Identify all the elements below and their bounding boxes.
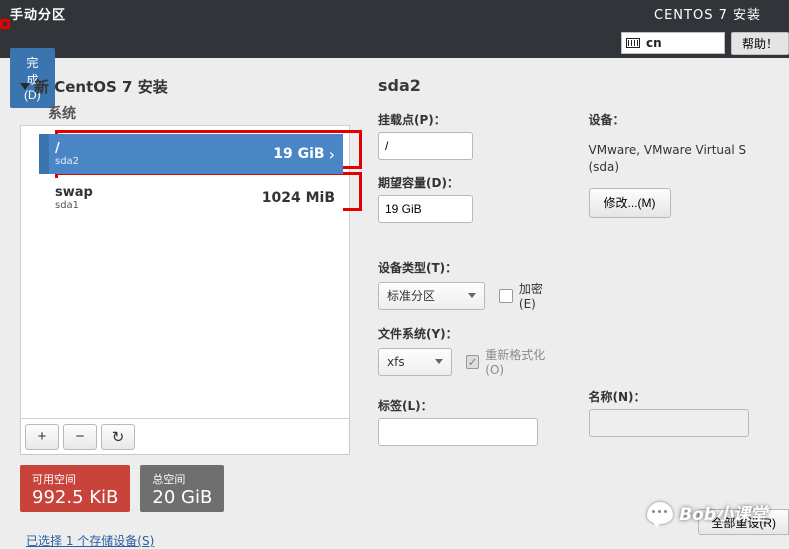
left-panel: 新 CentOS 7 安装 系统 / sda2 19 GiB › xyxy=(20,76,350,549)
device-text: VMware, VMware Virtual S (sda) xyxy=(589,142,770,176)
reformat-label: 重新格式化(O) xyxy=(485,346,558,377)
device-name: sda1 xyxy=(55,200,93,211)
page-title: 手动分区 xyxy=(10,4,66,23)
detail-col-left: 挂载点(P)： 期望容量(D)： 设备类型(T)： 标准分区 加密(E) xyxy=(378,111,559,446)
keyboard-layout-selector[interactable]: cn xyxy=(621,32,725,54)
name-input xyxy=(589,409,749,437)
install-tree-header[interactable]: 新 CentOS 7 安装 xyxy=(20,76,350,97)
storage-devices-link[interactable]: 已选择 1 个存储设备(S) xyxy=(26,532,350,549)
available-space-label: 可用空间 xyxy=(32,471,118,487)
filesystem-value: xfs xyxy=(387,355,405,369)
remove-partition-button[interactable]: − xyxy=(63,424,97,450)
available-space-box: 可用空间 992.5 KiB xyxy=(20,465,130,512)
total-space-label: 总空间 xyxy=(152,471,212,487)
chevron-down-icon xyxy=(468,293,476,298)
partition-item-swap[interactable]: swap sda1 1024 MiB xyxy=(39,178,343,218)
collapse-arrow-icon xyxy=(20,83,30,90)
install-tree-title: 新 CentOS 7 安装 xyxy=(34,76,168,97)
mount-point: / xyxy=(55,141,79,156)
detail-col-right: 设备： VMware, VMware Virtual S (sda) 修改...… xyxy=(589,111,770,446)
partition-size: 19 GiB xyxy=(273,146,324,162)
mount-point-input[interactable] xyxy=(378,132,473,160)
help-button[interactable]: 帮助！ xyxy=(731,32,789,55)
keyboard-layout-label: cn xyxy=(646,36,662,50)
main-content: 新 CentOS 7 安装 系统 / sda2 19 GiB › xyxy=(0,64,789,549)
partition-size: 1024 MiB xyxy=(262,190,335,206)
total-space-box: 总空间 20 GiB xyxy=(140,465,224,512)
device-type-select[interactable]: 标准分区 xyxy=(378,282,485,310)
reset-all-button[interactable]: 全部重设(R) xyxy=(698,509,789,535)
device-type-value: 标准分区 xyxy=(387,287,435,304)
add-partition-button[interactable]: + xyxy=(25,424,59,450)
encrypt-checkbox[interactable] xyxy=(499,289,513,303)
tag-label: 标签(L)： xyxy=(378,397,559,414)
filesystem-select[interactable]: xfs xyxy=(378,348,452,376)
partition-list: / sda2 19 GiB › swap sda1 1024 Mi xyxy=(20,125,350,419)
device-label: 设备： xyxy=(589,111,770,128)
detail-heading: sda2 xyxy=(378,76,769,95)
selection-bar xyxy=(39,134,49,174)
name-label: 名称(N)： xyxy=(589,388,770,405)
reformat-checkbox: ✓ xyxy=(466,355,479,369)
encrypt-label: 加密(E) xyxy=(519,280,559,311)
space-summary: 可用空间 992.5 KiB 总空间 20 GiB xyxy=(20,465,350,512)
reload-button[interactable]: ↻ xyxy=(101,424,135,450)
available-space-value: 992.5 KiB xyxy=(32,487,118,508)
capacity-label: 期望容量(D)： xyxy=(378,174,559,191)
header: 手动分区 CENTOS 7 安装 完成(D) cn 帮助！ xyxy=(0,0,789,58)
capacity-input[interactable] xyxy=(378,195,473,223)
chevron-down-icon xyxy=(435,359,443,364)
done-highlight: 完成(D) xyxy=(0,19,10,29)
system-group-label: 系统 xyxy=(48,103,350,123)
chevron-right-icon: › xyxy=(329,145,335,164)
device-name: sda2 xyxy=(55,156,79,167)
total-space-value: 20 GiB xyxy=(152,487,212,508)
device-type-label: 设备类型(T)： xyxy=(378,259,559,276)
keyboard-icon xyxy=(626,38,640,48)
mount-point-label: 挂载点(P)： xyxy=(378,111,559,128)
mount-point: swap xyxy=(55,185,93,200)
filesystem-label: 文件系统(Y)： xyxy=(378,325,559,342)
tag-input[interactable] xyxy=(378,418,538,446)
partition-toolbar: + − ↻ xyxy=(20,419,350,455)
partition-item-root[interactable]: / sda2 19 GiB › xyxy=(39,134,343,174)
right-panel: sda2 挂载点(P)： 期望容量(D)： 设备类型(T)： 标准分区 xyxy=(350,76,769,549)
modify-button[interactable]: 修改...(M) xyxy=(589,188,671,218)
header-subtitle: CENTOS 7 安装 xyxy=(654,4,761,23)
